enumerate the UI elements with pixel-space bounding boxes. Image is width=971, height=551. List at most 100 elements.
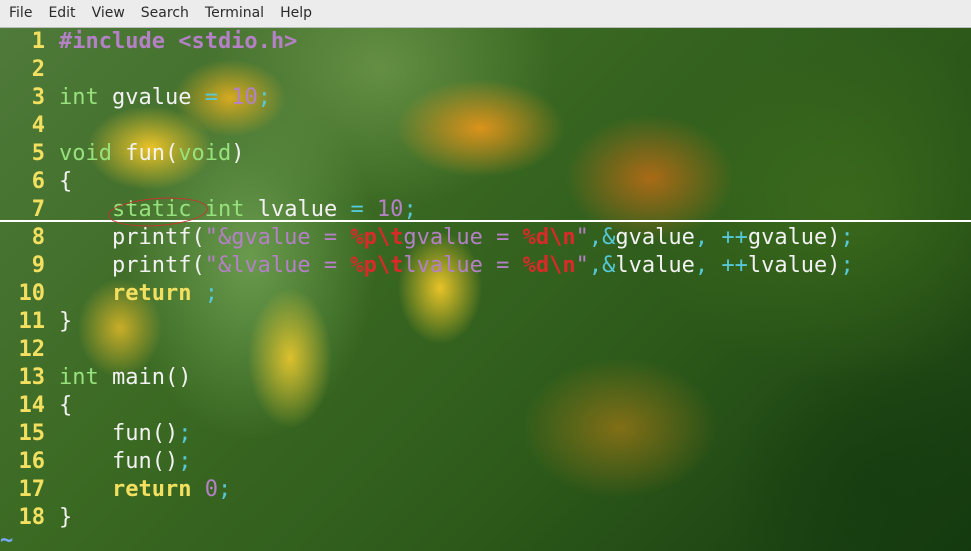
code-token: , (694, 253, 709, 278)
code-token: %p\t (350, 225, 404, 250)
code-token: printf( (59, 225, 205, 250)
code-token: ) (231, 141, 245, 166)
code-token: ; (217, 477, 232, 502)
line-number: 15 (18, 421, 46, 446)
code-token: } (59, 505, 73, 530)
code-token: 10 (363, 197, 404, 222)
line-source[interactable]: int main() (59, 365, 191, 390)
code-token: = (350, 197, 364, 222)
code-token: main() (98, 365, 192, 390)
empty-line-marker: ~ (0, 528, 14, 551)
code-line[interactable]: 12 (0, 336, 854, 364)
code-line[interactable]: 2 (0, 56, 854, 84)
code-line[interactable]: 4 (0, 112, 854, 140)
line-source[interactable]: int gvalue = 10; (59, 85, 271, 110)
code-token: { (59, 169, 73, 194)
code-token: "&gvalue = (204, 225, 351, 250)
code-token: lvalue (615, 253, 695, 278)
code-token: { (59, 393, 73, 418)
code-token: ; (840, 253, 854, 278)
line-number: 13 (18, 365, 46, 390)
menu-edit[interactable]: Edit (38, 0, 81, 27)
code-token: ++ (721, 225, 748, 250)
code-line[interactable]: 11} (0, 308, 854, 336)
code-view[interactable]: 1 #include <stdio.h> 2 3 int gvalue = 10; 4 5 v… (0, 28, 854, 532)
line-source[interactable]: printf("&gvalue = %p\tgvalue = %d\n",&gv… (59, 225, 854, 250)
code-token: %d\n (522, 253, 576, 278)
terminal-editor[interactable]: 1 #include <stdio.h> 2 3 int gvalue = 10; 4 5 v… (0, 28, 971, 551)
code-line[interactable]: 5 void fun(void) (0, 140, 854, 168)
line-number: 17 (18, 477, 46, 502)
code-token: 0 (191, 477, 218, 502)
code-line[interactable]: 13 int main() (0, 364, 854, 392)
line-source[interactable]: printf("&lvalue = %p\tlvalue = %d\n",&lv… (59, 253, 854, 278)
line-number: 10 (18, 281, 46, 306)
line-number: 9 (31, 253, 45, 278)
line-number: 4 (31, 113, 45, 138)
line-source[interactable]: return ; (59, 281, 218, 306)
code-line[interactable]: 9 printf("&lvalue = %p\tlvalue = %d\n",&… (0, 252, 854, 280)
code-token: return (111, 477, 192, 502)
line-source[interactable]: void fun(void) (59, 141, 244, 166)
line-number: 2 (31, 57, 45, 82)
code-token: ; (403, 197, 417, 222)
code-token: gvalue (98, 85, 205, 110)
line-source[interactable]: fun(); (59, 449, 192, 474)
line-source[interactable]: return 0; (59, 477, 231, 502)
code-line[interactable]: 8 printf("&gvalue = %p\tgvalue = %d\n",&… (0, 224, 854, 252)
code-token: } (59, 309, 73, 334)
code-token: , (588, 253, 603, 278)
code-token: ; (178, 449, 192, 474)
code-token: lvalue (244, 197, 351, 222)
menu-terminal[interactable]: Terminal (195, 0, 270, 27)
code-token: ; (178, 421, 192, 446)
code-token: ; (840, 225, 854, 250)
code-token: lvalue) (747, 253, 841, 278)
line-source[interactable]: } (59, 309, 72, 334)
code-token: ; (204, 281, 218, 306)
line-source[interactable]: fun(); (59, 421, 192, 446)
code-line[interactable]: 18} (0, 504, 854, 532)
code-token: = (204, 85, 218, 110)
line-source[interactable]: { (59, 169, 72, 194)
line-number: 16 (18, 449, 46, 474)
code-line[interactable]: 14 { (0, 392, 854, 420)
line-number: 3 (31, 85, 45, 110)
line-number: 14 (18, 393, 46, 418)
menu-view[interactable]: View (82, 0, 131, 27)
line-source[interactable]: } (59, 505, 72, 530)
line-source[interactable]: { (59, 393, 72, 418)
line-source[interactable]: #include <stdio.h> (59, 29, 297, 54)
code-line[interactable]: 15 fun(); (0, 420, 854, 448)
code-token: fun() (59, 421, 179, 446)
code-token: " (575, 225, 589, 250)
code-line[interactable]: 3 int gvalue = 10; (0, 84, 854, 112)
code-token: int (59, 365, 99, 390)
line-number: 5 (31, 141, 45, 166)
line-number: 12 (18, 337, 46, 362)
code-token: gvalue) (747, 225, 841, 250)
menu-file[interactable]: File (0, 0, 38, 27)
code-token: int (204, 197, 245, 222)
code-token: , (694, 225, 709, 250)
code-token: %p\t (350, 253, 404, 278)
code-line[interactable]: 10 return ; (0, 280, 854, 308)
code-token: & (602, 253, 616, 278)
code-token: void (178, 141, 232, 166)
menu-bar: File Edit View Search Terminal Help (0, 0, 971, 28)
code-token: return (111, 281, 192, 306)
code-line[interactable]: 1 #include <stdio.h> (0, 28, 854, 56)
code-token: lvalue = (403, 253, 523, 278)
code-line[interactable]: 17 return 0; (0, 476, 854, 504)
code-line[interactable]: 6{ (0, 168, 854, 196)
code-token: void (59, 141, 112, 166)
code-token: %d\n (522, 225, 576, 250)
menu-search[interactable]: Search (131, 0, 195, 27)
line-number: 8 (31, 225, 45, 250)
code-line[interactable]: 16 fun(); (0, 448, 854, 476)
menu-help[interactable]: Help (270, 0, 318, 27)
